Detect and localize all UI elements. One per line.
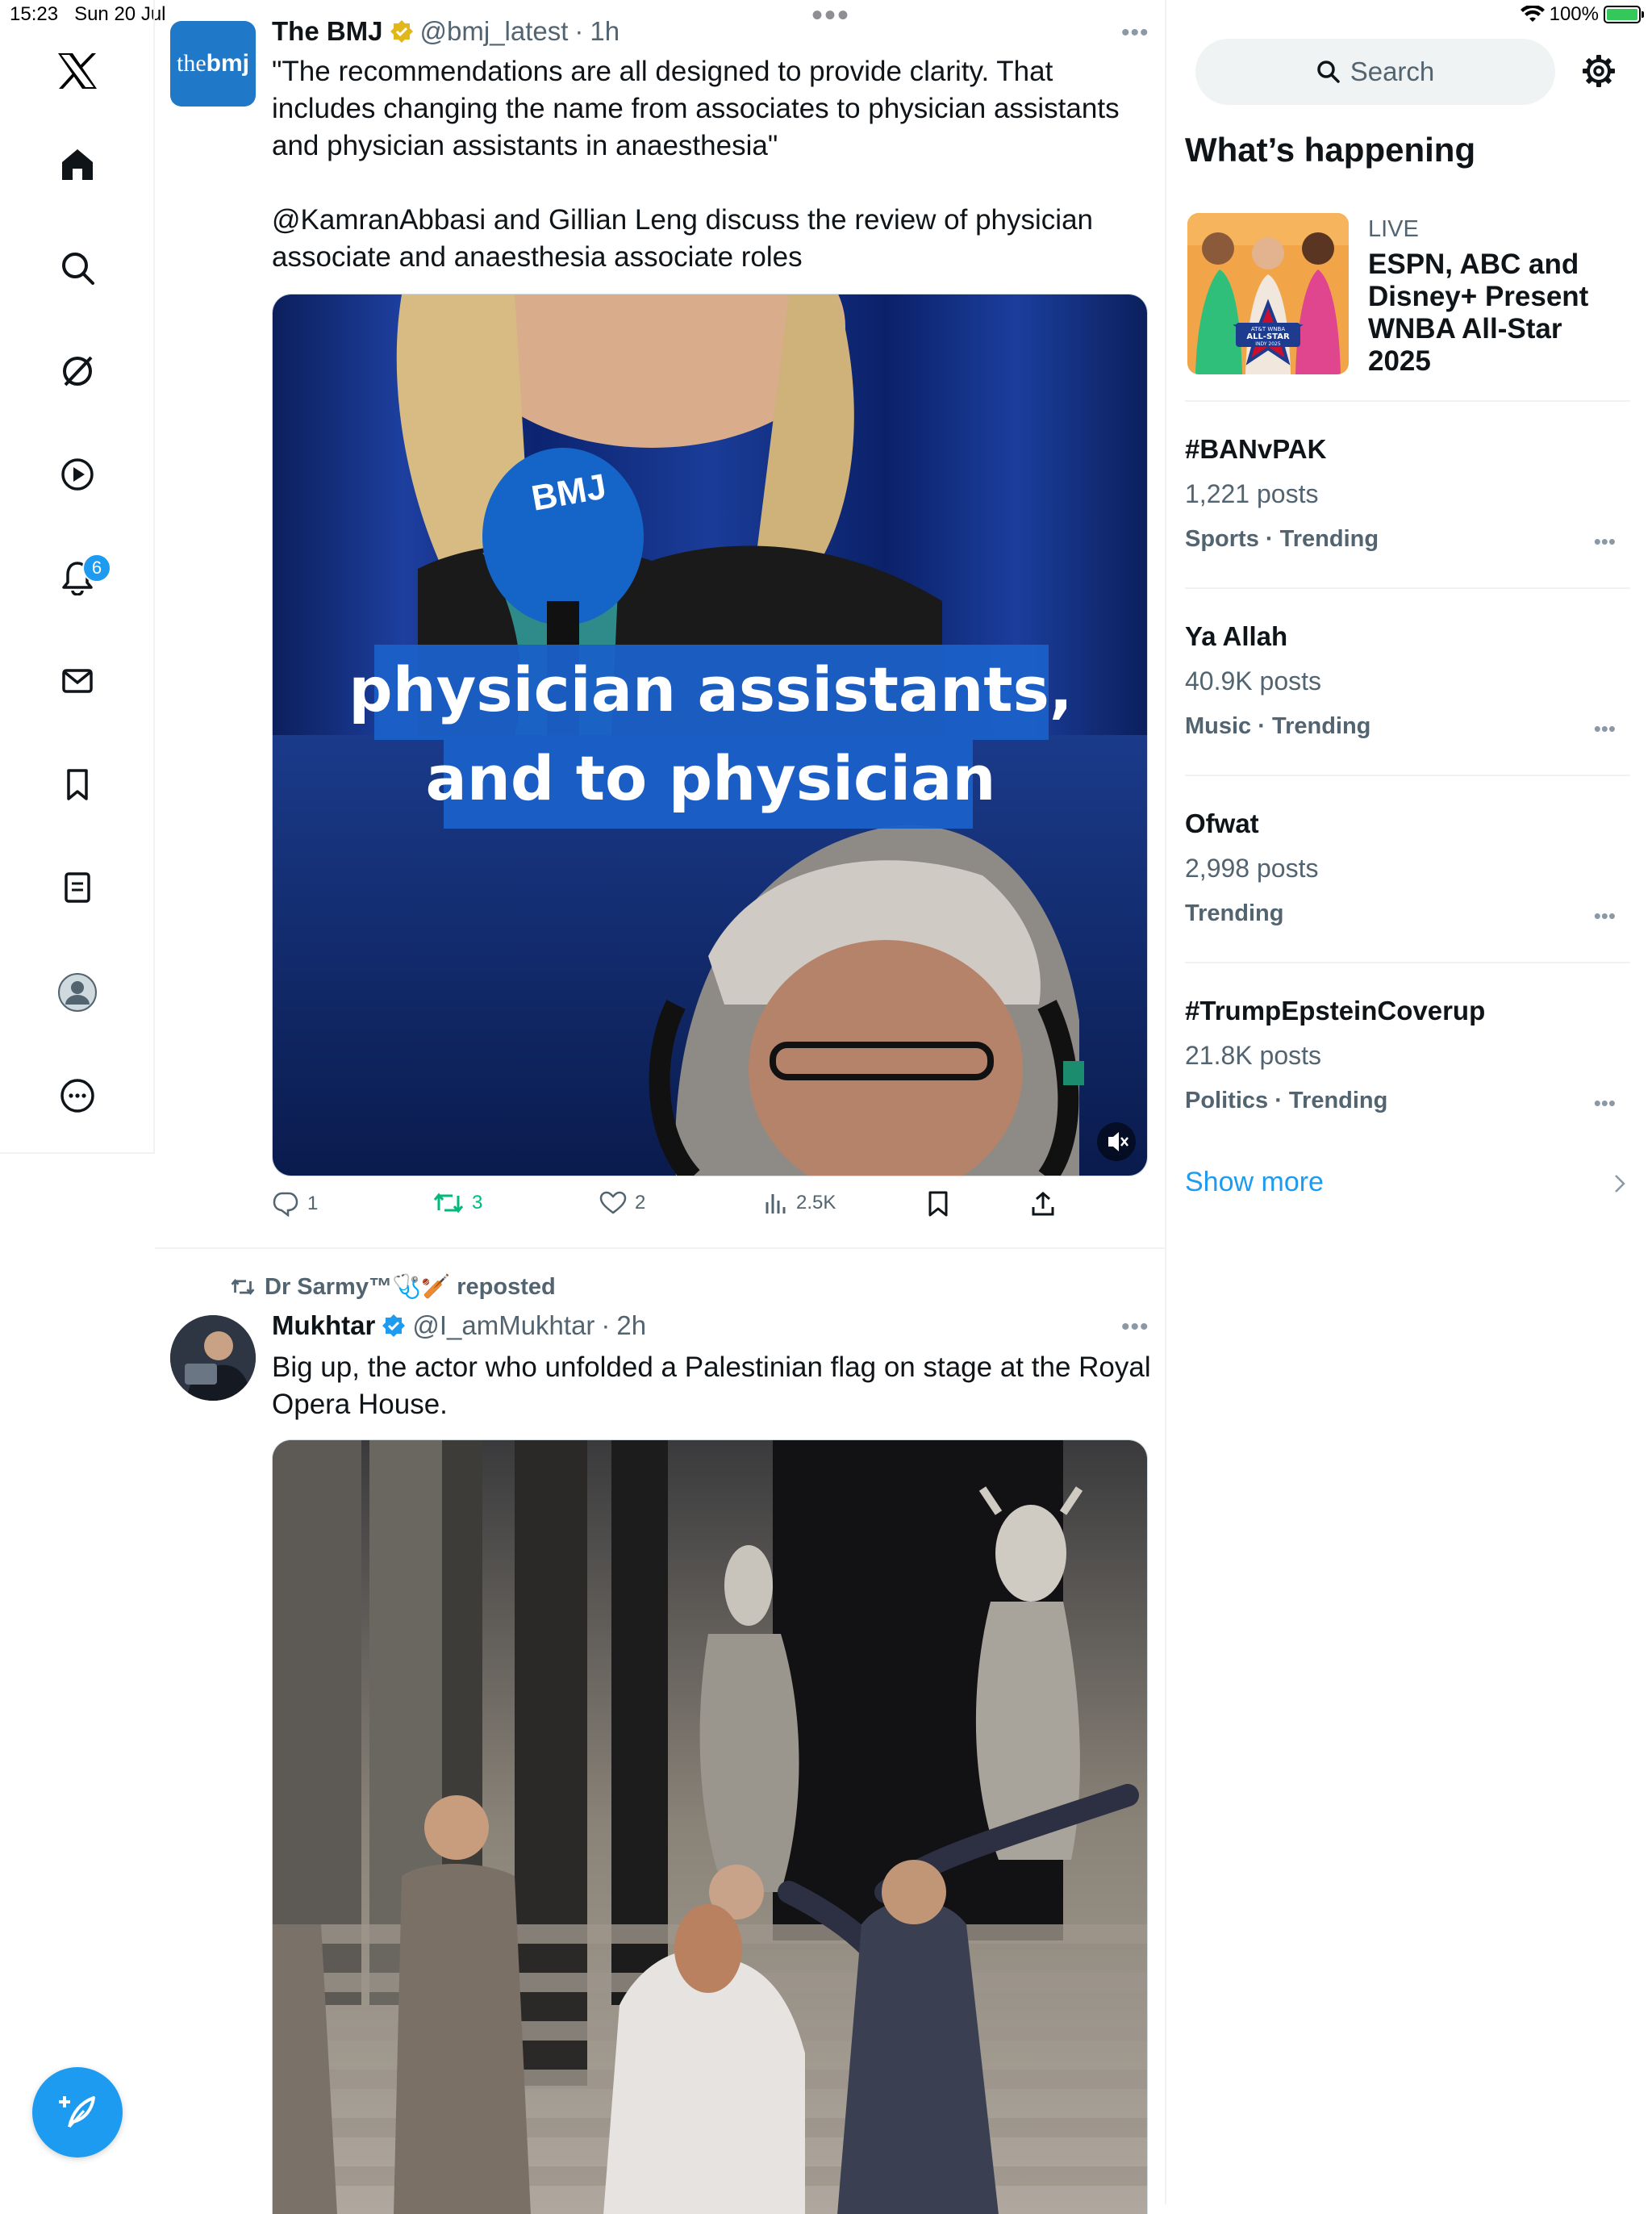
bookmark-button[interactable] bbox=[927, 1191, 949, 1217]
repost-context[interactable]: Dr Sarmy™🩺🏏 reposted bbox=[231, 1273, 556, 1301]
like-count: 2 bbox=[635, 1192, 646, 1214]
grok-icon[interactable] bbox=[45, 339, 110, 403]
trend-title: #TrumpEpsteinCoverup bbox=[1185, 996, 1486, 1026]
author-name[interactable]: Mukhtar bbox=[272, 1310, 375, 1341]
like-button[interactable]: 2 bbox=[599, 1191, 645, 1215]
trend-title: Ya Allah bbox=[1185, 621, 1288, 651]
compose-feather-icon bbox=[56, 2091, 98, 2133]
chevron-right-icon bbox=[1613, 1173, 1626, 1194]
avatar-wordmark: thebmj bbox=[177, 50, 249, 77]
trend-posts: 1,221 posts bbox=[1185, 479, 1319, 508]
trend-item[interactable]: Ofwat 2,998 posts Trending ••• bbox=[1185, 775, 1630, 963]
views-button[interactable]: 2.5K bbox=[764, 1191, 836, 1215]
more-options-icon[interactable] bbox=[45, 1063, 110, 1128]
trend-item[interactable]: #BANvPAK 1,221 posts Sports · Trending •… bbox=[1185, 400, 1630, 589]
author-handle[interactable]: @bmj_latest bbox=[420, 16, 569, 47]
trend-title: Ofwat bbox=[1185, 808, 1259, 838]
repost-small-icon bbox=[231, 1277, 255, 1297]
reply-count: 1 bbox=[307, 1193, 319, 1214]
battery-level bbox=[1607, 9, 1637, 20]
section-title: What’s happening bbox=[1185, 131, 1476, 169]
search-icon bbox=[1316, 60, 1341, 84]
trend-more-icon[interactable]: ••• bbox=[1594, 716, 1616, 741]
trend-category: Politics · Trending bbox=[1185, 1088, 1388, 1113]
live-label: LIVE bbox=[1368, 216, 1419, 242]
bookmark-icon bbox=[927, 1191, 949, 1217]
tweet-more-icon[interactable]: ••• bbox=[1121, 19, 1149, 47]
trend-more-icon[interactable]: ••• bbox=[1594, 904, 1616, 929]
trend-title: #BANvPAK bbox=[1185, 434, 1327, 464]
author-name[interactable]: The BMJ bbox=[272, 16, 383, 47]
bookmarks-icon[interactable] bbox=[45, 752, 110, 817]
verified-gold-badge-icon bbox=[390, 19, 414, 44]
tweet-more-icon[interactable]: ••• bbox=[1121, 1314, 1149, 1341]
repost-label: Dr Sarmy™🩺🏏 reposted bbox=[265, 1274, 556, 1300]
trend-category: Trending bbox=[1185, 900, 1284, 926]
home-icon[interactable] bbox=[45, 132, 110, 197]
trend-posts: 40.9K posts bbox=[1185, 666, 1321, 696]
trend-posts: 21.8K posts bbox=[1185, 1041, 1321, 1070]
tweet-paragraph: @KamranAbbasi and Gillian Leng discuss t… bbox=[272, 204, 1094, 273]
tweet-actions: 1 3 2 2.5K bbox=[272, 1191, 1078, 1226]
tweet-video[interactable] bbox=[272, 1439, 1148, 2214]
tweet-paragraph: "The recommendations are all designed to… bbox=[272, 56, 1120, 161]
repost-count: 3 bbox=[472, 1192, 483, 1214]
repost-icon bbox=[433, 1191, 464, 1215]
views-chart-icon bbox=[764, 1191, 788, 1215]
notifications-badge: 6 bbox=[82, 554, 111, 583]
trend-posts: 2,998 posts bbox=[1185, 854, 1319, 883]
lists-icon[interactable] bbox=[45, 855, 110, 920]
badge-line1: AT&T WNBA bbox=[1251, 326, 1285, 332]
reply-button[interactable]: 1 bbox=[272, 1191, 318, 1217]
tweet-time[interactable]: 1h bbox=[590, 16, 620, 47]
badge-line2: ALL-STAR bbox=[1246, 332, 1290, 341]
trend-more-icon[interactable]: ••• bbox=[1594, 1091, 1616, 1116]
search-input[interactable]: Search bbox=[1195, 39, 1555, 105]
trend-item[interactable]: #TrumpEpsteinCoverup 21.8K posts Politic… bbox=[1185, 962, 1630, 1151]
badge-line3: INDY 2025 bbox=[1255, 341, 1281, 347]
battery-percent: 100% bbox=[1549, 3, 1599, 25]
tweet-text: Big up, the actor who unfolded a Palesti… bbox=[272, 1351, 1151, 1420]
bmj-avatar[interactable]: thebmj bbox=[170, 21, 256, 107]
share-icon bbox=[1030, 1191, 1056, 1217]
status-bar-right: 100% bbox=[1520, 3, 1644, 26]
trend-category: Sports · Trending bbox=[1185, 526, 1379, 552]
x-logo-icon[interactable] bbox=[45, 39, 110, 103]
wifi-icon bbox=[1520, 6, 1545, 23]
video-caption-line2: and to physician bbox=[425, 742, 995, 814]
profile-avatar-icon[interactable] bbox=[45, 960, 110, 1025]
video-icon[interactable] bbox=[45, 442, 110, 507]
show-more-link[interactable]: Show more bbox=[1185, 1167, 1324, 1198]
live-event-title[interactable]: ESPN, ABC and Disney+ Present WNBA All-S… bbox=[1368, 249, 1626, 378]
compose-post-button[interactable] bbox=[32, 2067, 123, 2158]
search-placeholder: Search bbox=[1350, 56, 1435, 86]
reply-icon bbox=[272, 1191, 299, 1217]
tweet-header: Mukhtar @I_amMukhtar · 2h bbox=[272, 1310, 647, 1341]
trend-category: Music · Trending bbox=[1185, 713, 1371, 739]
tweet-text: "The recommendations are all designed to… bbox=[272, 53, 1151, 276]
heart-icon bbox=[599, 1191, 627, 1215]
mukhtar-avatar[interactable] bbox=[170, 1315, 256, 1401]
live-event-thumbnail[interactable]: AT&T WNBA ALL-STAR INDY 2025 bbox=[1187, 213, 1349, 374]
battery-icon bbox=[1604, 6, 1644, 23]
settings-gear-icon[interactable] bbox=[1581, 53, 1617, 89]
tweet-video[interactable]: physician assistants, and to physician B… bbox=[272, 294, 1148, 1176]
tweet-time[interactable]: 2h bbox=[616, 1310, 646, 1341]
repost-button[interactable]: 3 bbox=[433, 1191, 482, 1215]
trend-more-icon[interactable]: ••• bbox=[1594, 529, 1616, 554]
messages-icon[interactable] bbox=[45, 649, 110, 713]
explore-icon[interactable] bbox=[45, 236, 110, 300]
video-caption-line1: physician assistants, bbox=[348, 654, 1073, 725]
share-button[interactable] bbox=[1030, 1191, 1056, 1217]
verified-blue-badge-icon bbox=[382, 1314, 406, 1338]
left-nav: 6 bbox=[0, 0, 155, 1154]
views-count: 2.5K bbox=[796, 1192, 836, 1214]
author-handle[interactable]: @I_amMukhtar bbox=[412, 1310, 594, 1341]
tweet-header: The BMJ @bmj_latest · 1h bbox=[272, 16, 620, 47]
trend-item[interactable]: Ya Allah 40.9K posts Music · Trending ••… bbox=[1185, 587, 1630, 776]
tweet-divider bbox=[155, 1247, 1165, 1249]
